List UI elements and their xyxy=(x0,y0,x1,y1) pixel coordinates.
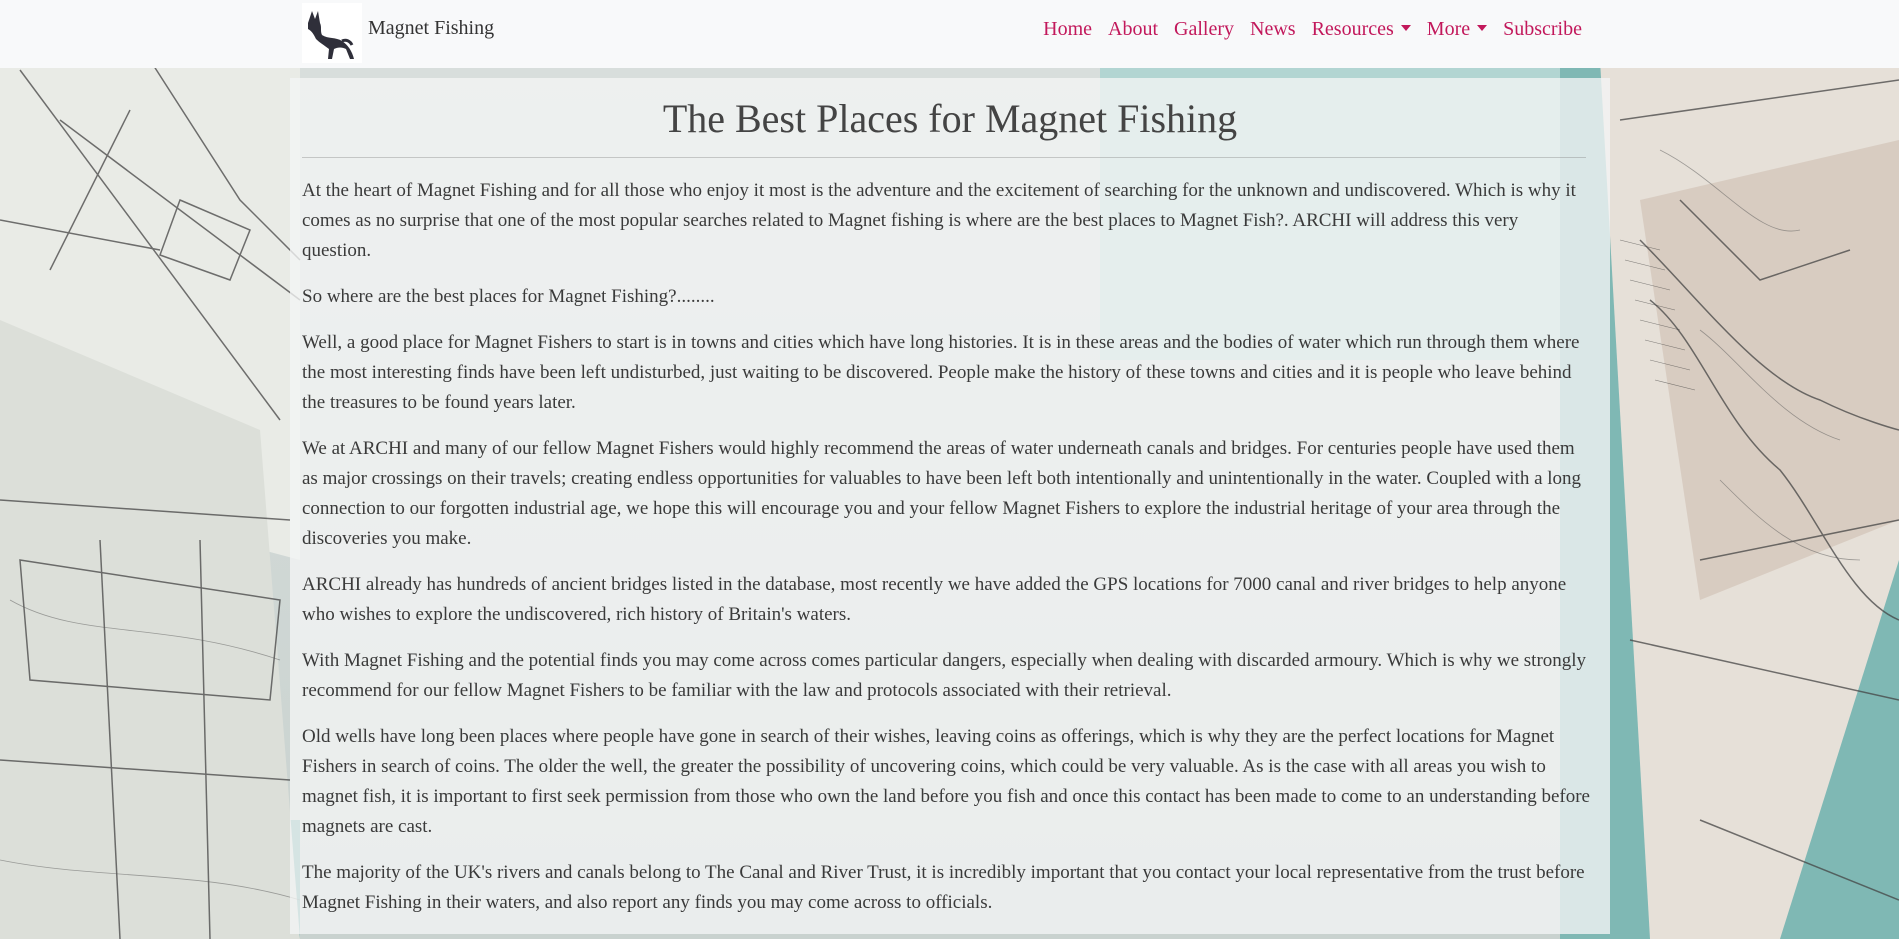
black-dog-icon xyxy=(302,3,362,63)
nav-subscribe[interactable]: Subscribe xyxy=(1495,18,1590,41)
title-divider xyxy=(302,157,1586,158)
article-paragraph: So where are the best places for Magnet … xyxy=(302,286,715,307)
article-card: The Best Places for Magnet Fishing At th… xyxy=(290,78,1610,934)
nav-resources-label: Resources xyxy=(1311,18,1394,40)
page-title: The Best Places for Magnet Fishing xyxy=(662,96,1238,141)
article-paragraph: Old wells have long been places where pe… xyxy=(302,726,1590,837)
nav-resources-dropdown[interactable]: Resources xyxy=(1304,18,1419,41)
caret-down-icon xyxy=(1477,24,1488,31)
nav-about[interactable]: About xyxy=(1100,18,1166,41)
nav-home-label: Home xyxy=(1043,18,1093,40)
article-paragraph: ARCHI already has hundreds of ancient br… xyxy=(302,574,1567,625)
brand-link[interactable]: Magnet Fishing xyxy=(302,3,494,63)
nav-more-dropdown[interactable]: More xyxy=(1419,18,1495,41)
main-nav: Home About Gallery News Resources More S… xyxy=(1035,18,1590,41)
nav-home[interactable]: Home xyxy=(1035,18,1100,41)
article-paragraph: At the heart of Magnet Fishing and for a… xyxy=(302,180,1576,261)
nav-news-label: News xyxy=(1250,18,1296,40)
nav-gallery-label: Gallery xyxy=(1174,18,1235,40)
brand-name: Magnet Fishing xyxy=(368,16,495,39)
nav-gallery[interactable]: Gallery xyxy=(1166,18,1242,41)
nav-more-label: More xyxy=(1426,18,1471,40)
nav-about-label: About xyxy=(1108,18,1159,40)
article-body: At the heart of Magnet Fishing and for a… xyxy=(302,176,1592,934)
article-paragraph: The majority of the UK's rivers and cana… xyxy=(302,862,1585,913)
nav-subscribe-label: Subscribe xyxy=(1503,18,1582,40)
top-navbar: Magnet Fishing Home About Gallery News R… xyxy=(0,0,1899,68)
article-paragraph: We at ARCHI and many of our fellow Magne… xyxy=(302,438,1582,549)
article-paragraph: Well, a good place for Magnet Fishers to… xyxy=(302,332,1580,413)
nav-news[interactable]: News xyxy=(1242,18,1304,41)
article-paragraph: With Magnet Fishing and the potential fi… xyxy=(302,650,1587,701)
caret-down-icon xyxy=(1400,24,1411,31)
